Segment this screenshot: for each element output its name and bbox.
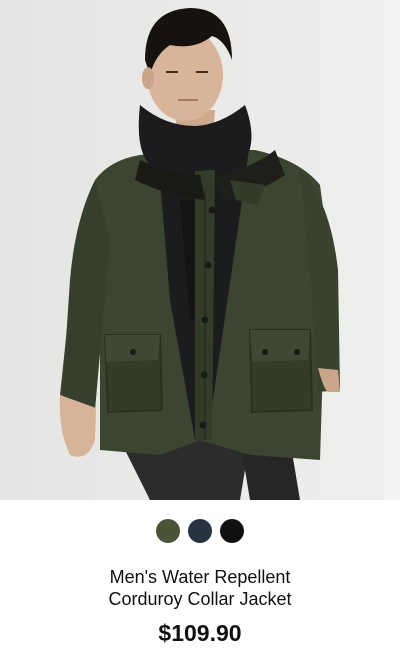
color-swatch-navy[interactable] [188, 519, 212, 543]
product-image[interactable] [0, 0, 400, 500]
product-title-line-2: Corduroy Collar Jacket [108, 589, 292, 609]
color-swatch-olive[interactable] [156, 519, 180, 543]
color-swatches [0, 519, 400, 543]
product-price: $109.90 [158, 620, 242, 646]
product-title[interactable]: Men's Water Repellent Corduroy Collar Ja… [0, 566, 400, 610]
product-title-line-1: Men's Water Repellent [109, 567, 291, 587]
product-card[interactable]: Men's Water Repellent Corduroy Collar Ja… [0, 0, 400, 667]
color-swatch-black[interactable] [220, 519, 244, 543]
